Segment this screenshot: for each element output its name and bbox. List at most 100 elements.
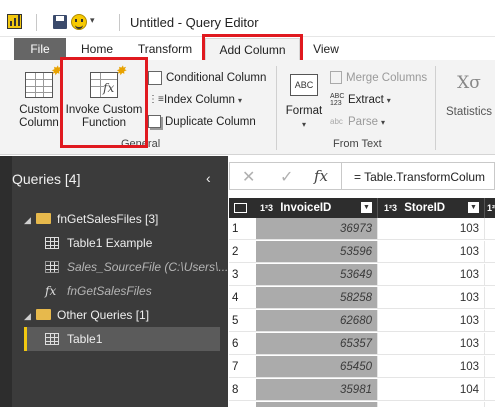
tab-add-column[interactable]: Add Column	[205, 38, 300, 61]
column-header-next[interactable]: 1²3	[484, 198, 495, 218]
column-header-invoiceid[interactable]: 1²3 InvoiceID ▼	[256, 198, 377, 218]
format-button[interactable]: ABC Format ▾	[283, 74, 325, 131]
query-editor-window: ▾ Untitled - Query Editor File Home Tran…	[0, 0, 495, 407]
extract-button[interactable]: ABC 123 Extract ▾	[330, 90, 391, 110]
query-item-fngetsalesfiles[interactable]: fx fnGetSalesFiles	[24, 279, 220, 303]
left-strip	[0, 156, 12, 407]
statistics-button[interactable]: Χσ Statistics	[443, 72, 495, 119]
tab-transform[interactable]: Transform	[128, 38, 202, 61]
index-column-caret-icon[interactable]: ▾	[238, 96, 242, 105]
cell-next[interactable]	[484, 241, 495, 263]
data-grid: 1²3 InvoiceID ▼ 1²3 StoreID ▼ 1²3 136973…	[229, 198, 495, 407]
cell-storeid[interactable]: 103	[377, 287, 484, 309]
cell-storeid[interactable]: 103	[377, 241, 484, 263]
quick-access-dropdown-icon[interactable]: ▾	[90, 15, 95, 26]
cell-next[interactable]	[484, 356, 495, 378]
feedback-smiley-icon[interactable]	[71, 14, 87, 30]
cell-storeid[interactable]: 103	[377, 310, 484, 332]
cell-next[interactable]	[484, 287, 495, 309]
cell-storeid[interactable]: 104	[377, 402, 484, 407]
cell-invoiceid[interactable]: 58258	[256, 287, 377, 309]
custom-column-button[interactable]: ✸ Custom Column	[16, 64, 62, 130]
whole-number-type-icon[interactable]: 1²3	[487, 203, 495, 213]
row-number[interactable]: 4	[229, 287, 256, 309]
row-number[interactable]: 1	[229, 218, 256, 240]
conditional-column-icon	[148, 70, 162, 85]
extract-label: Extract	[348, 94, 384, 106]
expand-triangle-icon[interactable]: ◢	[24, 304, 36, 328]
cell-next[interactable]	[484, 333, 495, 355]
query-item-sales-sourcefile[interactable]: Sales_SourceFile (C:\Users\...	[24, 255, 228, 279]
whole-number-type-icon[interactable]: 1²3	[260, 203, 273, 213]
title-bar: ▾ Untitled - Query Editor	[0, 0, 495, 37]
query-item-table1[interactable]: Table1	[24, 327, 220, 351]
conditional-column-button[interactable]: Conditional Column	[148, 68, 266, 88]
query-group-fngetsalesfiles[interactable]: ◢ fnGetSalesFiles [3]	[24, 207, 220, 231]
format-caret-icon[interactable]: ▾	[283, 118, 325, 131]
cell-invoiceid[interactable]: 36973	[256, 218, 377, 240]
custom-column-label-2: Column	[19, 117, 59, 129]
cell-storeid[interactable]: 103	[377, 356, 484, 378]
row-number[interactable]: 2	[229, 241, 256, 263]
query-group-other-queries[interactable]: ◢ Other Queries [1]	[24, 303, 220, 327]
cell-storeid[interactable]: 104	[377, 379, 484, 401]
confirm-formula-icon[interactable]: ✓	[280, 167, 293, 187]
ribbon-add-column: ✸ Custom Column fx ✸ Invoke Custom Funct…	[0, 60, 495, 155]
formula-bar: ✕ ✓ fx = Table.TransformColum	[229, 162, 495, 190]
column-header-label: StoreID	[404, 202, 446, 214]
cell-next[interactable]	[484, 402, 495, 407]
row-number[interactable]: 6	[229, 333, 256, 355]
invoke-custom-function-label-1: Invoke Custom	[65, 104, 143, 116]
invoke-custom-function-button[interactable]: fx ✸ Invoke Custom Function	[64, 64, 144, 130]
cell-storeid[interactable]: 103	[377, 264, 484, 286]
column-filter-dropdown-icon[interactable]: ▼	[468, 202, 479, 213]
cell-invoiceid[interactable]: 65357	[256, 333, 377, 355]
parse-button[interactable]: abc Parse ▾	[330, 112, 385, 132]
cancel-formula-icon[interactable]: ✕	[242, 167, 255, 187]
cell-invoiceid[interactable]: 65450	[256, 356, 377, 378]
statistics-sigma-icon: Χσ	[457, 73, 481, 93]
tab-home[interactable]: Home	[66, 38, 128, 61]
collapse-pane-chevron-icon[interactable]: ‹	[206, 170, 211, 186]
merge-columns-label: Merge Columns	[346, 72, 428, 84]
formula-input[interactable]: = Table.TransformColum	[354, 170, 485, 184]
parse-caret-icon[interactable]: ▾	[381, 118, 385, 127]
cell-next[interactable]	[484, 264, 495, 286]
row-number[interactable]: 3	[229, 264, 256, 286]
row-number[interactable]: 8	[229, 379, 256, 401]
tab-view[interactable]: View	[300, 38, 352, 61]
cell-invoiceid[interactable]: 53649	[256, 264, 377, 286]
duplicate-column-label: Duplicate Column	[165, 116, 256, 128]
cell-storeid[interactable]: 103	[377, 333, 484, 355]
column-filter-dropdown-icon[interactable]: ▼	[361, 202, 372, 213]
cell-invoiceid[interactable]: 43181	[256, 402, 377, 407]
cell-storeid[interactable]: 103	[377, 218, 484, 240]
row-number[interactable]: 5	[229, 310, 256, 332]
tab-file[interactable]: File	[14, 38, 66, 61]
cell-invoiceid[interactable]: 35981	[256, 379, 377, 401]
merge-columns-button[interactable]: Merge Columns	[330, 68, 427, 88]
cell-invoiceid[interactable]: 53596	[256, 241, 377, 263]
extract-caret-icon[interactable]: ▾	[387, 96, 391, 105]
file-table-icon	[45, 260, 59, 273]
row-number[interactable]: 7	[229, 356, 256, 378]
group-label-general: General	[121, 138, 161, 150]
query-item-label: Sales_SourceFile (C:\Users\...	[67, 260, 229, 274]
fx-icon[interactable]: fx	[314, 167, 328, 185]
formula-bar-separator	[341, 163, 342, 189]
cell-invoiceid[interactable]: 62680	[256, 310, 377, 332]
statistics-label: Statistics	[445, 106, 492, 118]
cell-next[interactable]	[484, 310, 495, 332]
column-header-storeid[interactable]: 1²3 StoreID ▼	[377, 198, 484, 218]
index-column-button[interactable]: ⋮≡Index Column ▾	[148, 90, 242, 110]
duplicate-column-button[interactable]: Duplicate Column	[148, 112, 256, 132]
expand-triangle-icon[interactable]: ◢	[24, 208, 36, 232]
cell-next[interactable]	[484, 379, 495, 401]
whole-number-type-icon[interactable]: 1²3	[384, 203, 397, 213]
table-menu-header[interactable]	[229, 198, 256, 218]
cell-next[interactable]	[484, 218, 495, 240]
row-number[interactable]: 9	[229, 402, 256, 407]
query-item-table1-example[interactable]: Table1 Example	[24, 231, 220, 255]
save-icon[interactable]	[53, 15, 67, 29]
table-menu-icon[interactable]	[234, 203, 247, 213]
